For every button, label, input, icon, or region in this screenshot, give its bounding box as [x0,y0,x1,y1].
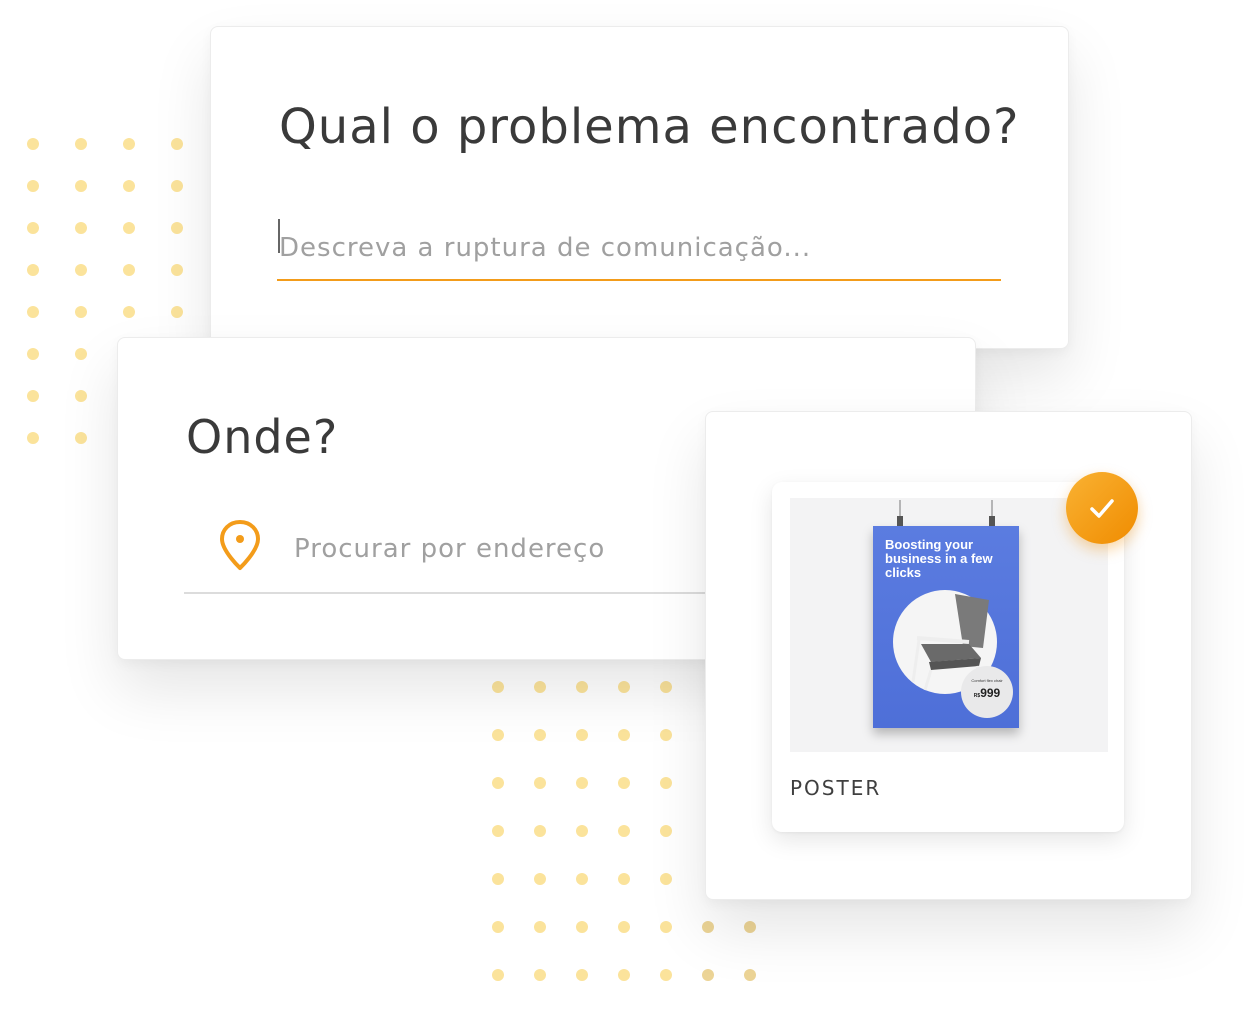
problem-title: Qual o problema encontrado? [279,99,1020,155]
decorative-dot [576,729,588,741]
decorative-dot [492,777,504,789]
decorative-dot [492,681,504,693]
decorative-dot [492,729,504,741]
price-caption: Comfort flex chair [971,678,1003,683]
decorative-dot [75,222,87,234]
problem-description-input[interactable] [277,217,1001,281]
decorative-dot [660,873,672,885]
decorative-dot [123,306,135,318]
selected-check-badge [1066,472,1138,544]
decorative-dot [27,432,39,444]
decorative-dot [618,681,630,693]
poster-option-label: POSTER [790,776,882,800]
decorative-dot [576,681,588,693]
decorative-dot [660,825,672,837]
poster-preview-image: Boosting your business in a few clicks C… [790,498,1108,752]
poster-clip-icon [897,500,903,526]
decorative-dot [27,390,39,402]
decorative-dot [618,873,630,885]
decorative-dot [534,777,546,789]
decorative-dot [576,921,588,933]
media-type-card: Boosting your business in a few clicks C… [705,411,1192,900]
decorative-dot [660,921,672,933]
decorative-dot [75,138,87,150]
decorative-dot [27,138,39,150]
decorative-dot [171,222,183,234]
poster-option-tile[interactable]: Boosting your business in a few clicks C… [772,472,1138,832]
decorative-dot [702,921,714,933]
poster-sheet: Boosting your business in a few clicks C… [873,500,1019,728]
decorative-dot [618,777,630,789]
poster-clip-icon [989,500,995,526]
poster-headline: Boosting your business in a few clicks [885,537,993,580]
decorative-dot [123,138,135,150]
location-title: Onde? [186,410,339,464]
decorative-dot [171,138,183,150]
decorative-dot [171,306,183,318]
decorative-dot [75,432,87,444]
decorative-dot [744,921,756,933]
decorative-dot [27,264,39,276]
decorative-dot [576,777,588,789]
decorative-dot [660,729,672,741]
decorative-dot [27,348,39,360]
decorative-dot [171,264,183,276]
decorative-dot [75,264,87,276]
decorative-dot [618,825,630,837]
price-badge: Comfort flex chair R$999 [961,666,1013,718]
decorative-dot [27,222,39,234]
decorative-dot [618,921,630,933]
price-value: R$999 [961,686,1013,700]
decorative-dot [576,969,588,981]
decorative-dot [27,180,39,192]
decorative-dot [75,390,87,402]
decorative-dot [534,969,546,981]
decorative-dot [75,348,87,360]
decorative-dot [123,180,135,192]
decorative-dot [618,969,630,981]
decorative-dot [660,681,672,693]
decorative-dot [534,921,546,933]
decorative-dot [534,729,546,741]
decorative-dot [492,825,504,837]
price-amount: 999 [980,686,1001,700]
problem-card: Qual o problema encontrado? [210,26,1069,349]
decorative-dot [744,969,756,981]
decorative-dot [75,180,87,192]
decorative-dot [660,969,672,981]
check-icon [1090,499,1114,518]
decorative-dot [534,681,546,693]
decorative-dot [534,825,546,837]
decorative-dot [27,306,39,318]
decorative-dot [171,180,183,192]
address-search-input[interactable] [292,520,756,578]
decorative-dot [534,873,546,885]
decorative-dot [123,222,135,234]
decorative-dot [75,306,87,318]
decorative-dot [123,264,135,276]
decorative-dot [492,921,504,933]
decorative-dot [492,873,504,885]
decorative-dot [618,729,630,741]
map-pin-icon [220,520,260,570]
decorative-dot [576,873,588,885]
decorative-dot [702,969,714,981]
text-caret [278,219,280,253]
decorative-dot [660,777,672,789]
decorative-dot [576,825,588,837]
decorative-dot [492,969,504,981]
